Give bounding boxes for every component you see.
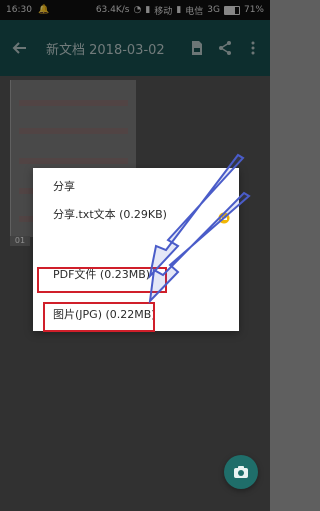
highlight-jpg-box — [43, 302, 155, 332]
crown-icon — [218, 209, 230, 224]
camera-icon — [234, 466, 248, 478]
highlight-pdf-box — [37, 267, 167, 293]
share-txt-item[interactable]: 分享.txt文本 (0.29KB) — [53, 206, 167, 224]
dialog-title: 分享 — [53, 180, 75, 193]
camera-fab[interactable] — [224, 455, 258, 489]
